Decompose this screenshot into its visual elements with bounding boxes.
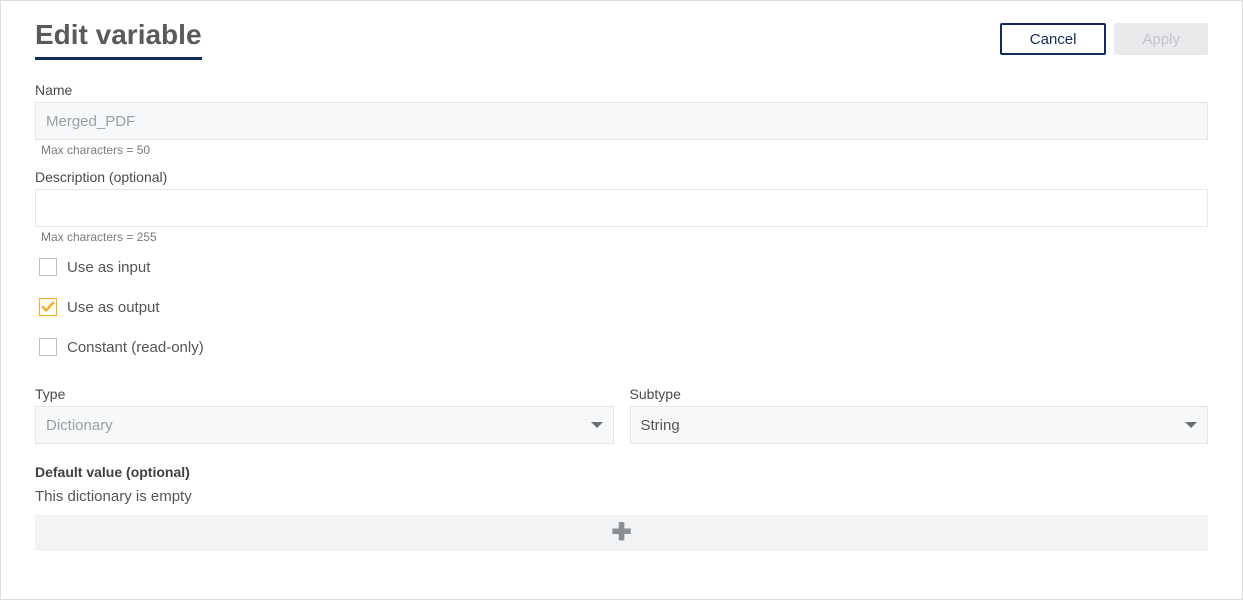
subtype-label: Subtype bbox=[630, 386, 1209, 402]
description-field-group: Description (optional) Max characters = … bbox=[35, 169, 1208, 244]
edit-variable-panel: Edit variable Cancel Apply Name Max char… bbox=[0, 0, 1243, 600]
constant-checkbox[interactable] bbox=[39, 338, 57, 356]
add-entry-button[interactable]: ✚ bbox=[35, 515, 1208, 551]
type-subtype-row: Type Dictionary Subtype String bbox=[35, 386, 1208, 444]
type-select[interactable]: Dictionary bbox=[35, 406, 614, 444]
default-value-label: Default value (optional) bbox=[35, 464, 1208, 480]
check-icon bbox=[41, 300, 55, 314]
use-as-input-label: Use as input bbox=[67, 259, 150, 276]
name-helper: Max characters = 50 bbox=[41, 143, 1208, 157]
header-actions: Cancel Apply bbox=[1000, 23, 1208, 55]
plus-icon: ✚ bbox=[611, 521, 631, 545]
chevron-down-icon bbox=[1185, 422, 1197, 428]
type-col: Type Dictionary bbox=[35, 386, 614, 444]
subtype-select[interactable]: String bbox=[630, 406, 1209, 444]
use-as-input-checkbox[interactable] bbox=[39, 258, 57, 276]
constant-row: Constant (read-only) bbox=[39, 338, 1208, 356]
checkbox-stack: Use as input Use as output Constant (rea… bbox=[35, 258, 1208, 356]
use-as-output-label: Use as output bbox=[67, 299, 160, 316]
header-row: Edit variable Cancel Apply bbox=[35, 19, 1208, 60]
title-wrap: Edit variable bbox=[35, 19, 202, 60]
page-title: Edit variable bbox=[35, 19, 202, 60]
name-label: Name bbox=[35, 82, 1208, 98]
description-input[interactable] bbox=[35, 189, 1208, 227]
cancel-button[interactable]: Cancel bbox=[1000, 23, 1107, 55]
use-as-output-row: Use as output bbox=[39, 298, 1208, 316]
type-value: Dictionary bbox=[46, 417, 113, 434]
use-as-output-checkbox[interactable] bbox=[39, 298, 57, 316]
constant-label: Constant (read-only) bbox=[67, 339, 204, 356]
type-label: Type bbox=[35, 386, 614, 402]
name-input[interactable] bbox=[35, 102, 1208, 140]
chevron-down-icon bbox=[591, 422, 603, 428]
description-helper: Max characters = 255 bbox=[41, 230, 1208, 244]
description-label: Description (optional) bbox=[35, 169, 1208, 185]
subtype-col: Subtype String bbox=[630, 386, 1209, 444]
use-as-input-row: Use as input bbox=[39, 258, 1208, 276]
apply-button: Apply bbox=[1114, 23, 1208, 55]
default-value-empty-msg: This dictionary is empty bbox=[35, 488, 1208, 505]
default-value-section: Default value (optional) This dictionary… bbox=[35, 464, 1208, 551]
name-field-group: Name Max characters = 50 bbox=[35, 82, 1208, 157]
subtype-value: String bbox=[641, 417, 680, 434]
